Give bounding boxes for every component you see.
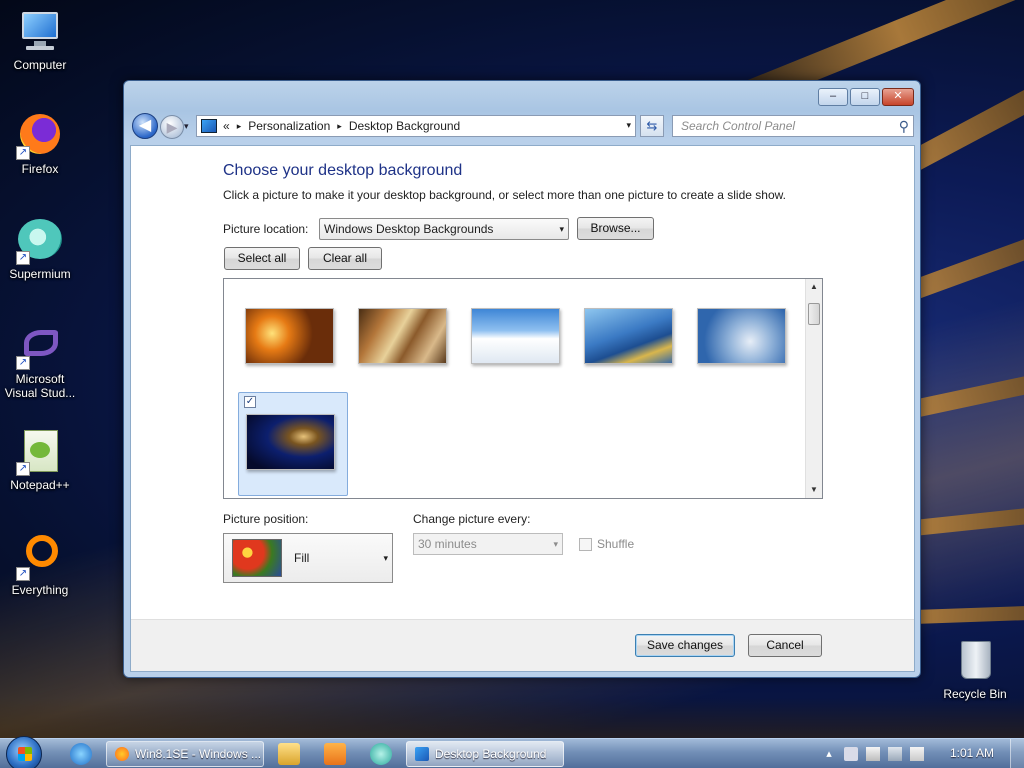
desktop-icon-recycle-bin[interactable]: Recycle Bin <box>935 637 1015 701</box>
search-icon[interactable]: ⚲ <box>899 116 909 136</box>
minimize-button[interactable]: – <box>818 88 848 106</box>
chevron-right-icon[interactable]: ▸ <box>337 121 342 132</box>
shortcut-arrow-icon: ↗ <box>16 251 30 265</box>
clear-all-button[interactable]: Clear all <box>308 247 382 270</box>
desktop-icon-firefox[interactable]: ↗ Firefox <box>0 112 80 176</box>
desktop-icon-supermium[interactable]: ↗ Supermium <box>0 217 80 281</box>
visual-studio-icon: ↗ <box>16 322 64 370</box>
save-changes-button[interactable]: Save changes <box>635 634 735 657</box>
page-subtitle: Click a picture to make it your desktop … <box>223 188 786 202</box>
desktop-icon-computer[interactable]: Computer <box>0 8 80 72</box>
recent-pages-dropdown[interactable]: ▾ <box>184 121 189 132</box>
shuffle-checkbox[interactable] <box>579 538 592 551</box>
supermium-icon[interactable] <box>370 743 392 765</box>
shortcut-arrow-icon: ↗ <box>16 356 30 370</box>
button-footer: Save changes Cancel <box>131 619 914 671</box>
background-gallery: ✓ ▲ ▼ <box>223 278 823 499</box>
file-explorer-icon[interactable] <box>278 743 300 765</box>
desktop-icon-everything[interactable]: ↗ Everything <box>0 533 80 597</box>
picture-location-select[interactable]: Windows Desktop Backgrounds ▾ <box>319 218 569 240</box>
thumbnail-checkbox[interactable]: ✓ <box>244 396 256 408</box>
background-thumbnail[interactable] <box>471 308 560 364</box>
scroll-down-icon[interactable]: ▼ <box>806 482 822 498</box>
address-bar[interactable]: « ▸ Personalization ▸ Desktop Background… <box>196 115 636 137</box>
background-thumbnail[interactable] <box>245 308 334 364</box>
change-interval-select[interactable]: 30 minutes ▾ <box>413 533 563 555</box>
taskbar-item-firefox[interactable]: Win8.1SE - Windows ... <box>106 741 264 767</box>
chevron-right-icon[interactable]: ▸ <box>237 121 242 132</box>
recycle-bin-icon <box>951 637 999 685</box>
address-dropdown-icon[interactable]: ▾ <box>626 120 631 131</box>
navigation-bar: ◀ ▶ ▾ « ▸ Personalization ▸ Desktop Back… <box>132 112 914 140</box>
breadcrumb-personalization[interactable]: Personalization <box>248 119 330 133</box>
search-input[interactable]: Search Control Panel ⚲ <box>672 115 914 137</box>
picture-position-select[interactable]: Fill ▾ <box>223 533 393 583</box>
flag-icon[interactable] <box>866 747 880 761</box>
browse-button[interactable]: Browse... <box>577 217 654 240</box>
window-controls: – □ ✕ <box>816 88 914 106</box>
system-tray: ▴ 1:01 AM <box>814 739 1024 768</box>
desktop-background-window: – □ ✕ ◀ ▶ ▾ « ▸ Personalization ▸ Deskto… <box>123 80 921 678</box>
show-hidden-icons-button[interactable]: ▴ <box>822 747 836 761</box>
taskbar: Win8.1SE - Windows ... Desktop Backgroun… <box>0 736 1024 768</box>
page-title: Choose your desktop background <box>223 162 463 179</box>
address-overflow[interactable]: « <box>223 119 230 133</box>
background-thumbnail[interactable] <box>697 308 786 364</box>
scroll-thumb[interactable] <box>808 303 820 325</box>
position-preview-thumbnail <box>232 539 282 577</box>
chevron-down-icon: ▾ <box>553 539 558 549</box>
content-pane: Choose your desktop background Click a p… <box>130 145 915 672</box>
show-desktop-button[interactable] <box>1010 739 1024 768</box>
selected-background-tile[interactable]: ✓ <box>238 392 348 496</box>
select-all-button[interactable]: Select all <box>224 247 300 270</box>
picture-position-label: Picture position: <box>223 512 309 526</box>
network-icon[interactable] <box>888 747 902 761</box>
background-thumbnail[interactable] <box>584 308 673 364</box>
background-thumbnail-selected[interactable] <box>246 414 335 470</box>
device-icon[interactable] <box>844 747 858 761</box>
windows-logo-icon <box>18 747 32 761</box>
computer-icon <box>16 8 64 56</box>
firefox-icon: ↗ <box>16 112 64 160</box>
refresh-button[interactable]: ⇆ <box>640 115 664 137</box>
breadcrumb-desktop-background[interactable]: Desktop Background <box>349 119 460 133</box>
start-button[interactable] <box>6 736 42 768</box>
shortcut-arrow-icon: ↗ <box>16 462 30 476</box>
background-thumbnail[interactable] <box>358 308 447 364</box>
taskbar-item-desktop-background[interactable]: Desktop Background <box>406 741 564 767</box>
notepadpp-icon: ↗ <box>16 428 64 476</box>
chevron-down-icon: ▾ <box>383 553 388 563</box>
everything-icon: ↗ <box>16 533 64 581</box>
supermium-icon: ↗ <box>16 217 64 265</box>
shortcut-arrow-icon: ↗ <box>16 567 30 581</box>
clock[interactable]: 1:01 AM <box>950 746 994 760</box>
change-picture-label: Change picture every: <box>413 512 531 526</box>
forward-button[interactable]: ▶ <box>160 115 184 139</box>
firefox-icon <box>115 747 129 761</box>
control-panel-icon <box>201 119 217 133</box>
scroll-up-icon[interactable]: ▲ <box>806 279 822 295</box>
desktop-icon-visual-studio[interactable]: ↗ Microsoft Visual Stud... <box>0 322 80 400</box>
chevron-down-icon: ▾ <box>559 224 564 234</box>
gallery-scrollbar[interactable]: ▲ ▼ <box>805 279 822 498</box>
media-player-icon[interactable] <box>324 743 346 765</box>
desktop-icon-notepadpp[interactable]: ↗ Notepad++ <box>0 428 80 492</box>
cancel-button[interactable]: Cancel <box>748 634 822 657</box>
picture-location-label: Picture location: <box>223 222 309 236</box>
maximize-button[interactable]: □ <box>850 88 880 106</box>
volume-muted-icon[interactable] <box>910 747 924 761</box>
close-button[interactable]: ✕ <box>882 88 914 106</box>
back-button[interactable]: ◀ <box>132 113 158 139</box>
control-panel-icon <box>415 747 429 761</box>
shuffle-label: Shuffle <box>597 537 635 551</box>
shortcut-arrow-icon: ↗ <box>16 146 30 160</box>
wallpaper-ground <box>0 698 1024 738</box>
internet-explorer-icon[interactable] <box>70 743 92 765</box>
